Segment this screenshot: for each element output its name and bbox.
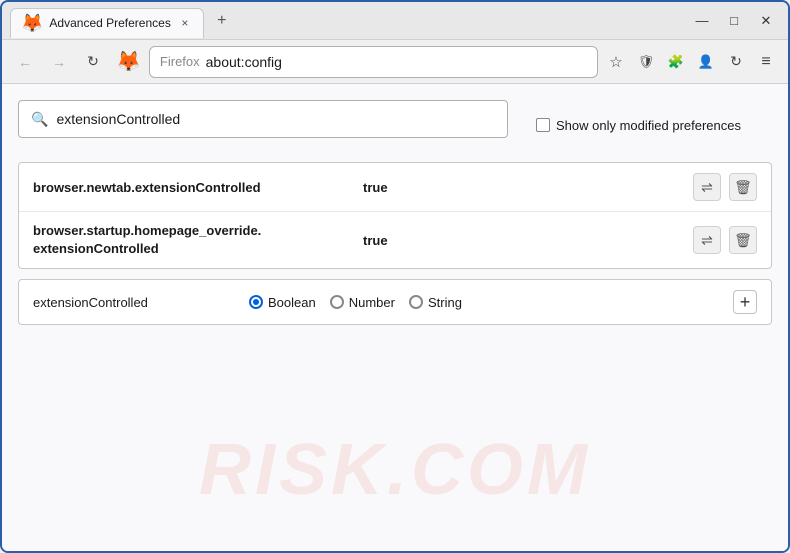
sync-icon[interactable]: ↻ <box>722 48 750 76</box>
pref-name-2: browser.startup.homepage_override. exten… <box>33 222 363 258</box>
type-number-option[interactable]: Number <box>330 295 395 310</box>
watermark-text: RISK.COM <box>199 429 591 511</box>
browser-name-label: Firefox <box>160 54 200 69</box>
back-button[interactable]: ← <box>10 47 40 77</box>
nav-icons-right: ☆ 🛡 🧩 👤 ↻ ≡ <box>602 48 780 76</box>
boolean-radio-label: Boolean <box>268 295 316 310</box>
number-radio-label: Number <box>349 295 395 310</box>
account-icon[interactable]: 👤 <box>692 48 720 76</box>
new-pref-name: extensionControlled <box>33 295 233 310</box>
table-row: browser.startup.homepage_override. exten… <box>19 212 771 268</box>
search-filter-container: 🔍 Show only modified preferences <box>18 100 772 150</box>
new-preference-row: extensionControlled Boolean Number <box>18 279 772 325</box>
navigation-bar: ← → ↻ 🦊 Firefox about:config ☆ 🛡 🧩 👤 ↻ ≡ <box>2 40 788 84</box>
bookmark-icon[interactable]: ☆ <box>602 48 630 76</box>
checkbox-box[interactable] <box>536 118 550 132</box>
pref-value-2: true <box>363 233 693 248</box>
pref-actions-1: ⇌ 🗑 <box>693 173 757 201</box>
address-bar[interactable]: Firefox about:config <box>149 46 598 78</box>
boolean-radio-circle[interactable] <box>249 295 263 309</box>
firefox-logo-icon: 🦊 <box>116 49 141 74</box>
close-button[interactable]: ✕ <box>752 7 780 35</box>
browser-window: 🦊 Advanced Preferences × + — □ ✕ ← → ↻ 🦊… <box>0 0 790 553</box>
toggle-button-2[interactable]: ⇌ <box>693 226 721 254</box>
string-radio-label: String <box>428 295 462 310</box>
search-icon: 🔍 <box>31 111 48 128</box>
pocket-icon[interactable]: 🛡 <box>632 48 660 76</box>
delete-button-1[interactable]: 🗑 <box>729 173 757 201</box>
toggle-button-1[interactable]: ⇌ <box>693 173 721 201</box>
pref-actions-2: ⇌ 🗑 <box>693 226 757 254</box>
url-display: about:config <box>206 54 282 70</box>
title-bar: 🦊 Advanced Preferences × + — □ ✕ <box>2 2 788 40</box>
content-wrapper: 🔍 Show only modified preferences browser… <box>18 100 772 325</box>
type-boolean-option[interactable]: Boolean <box>249 295 316 310</box>
search-input[interactable] <box>56 111 495 127</box>
type-string-option[interactable]: String <box>409 295 462 310</box>
number-radio-circle[interactable] <box>330 295 344 309</box>
tab-favicon: 🦊 <box>21 13 43 34</box>
delete-button-2[interactable]: 🗑 <box>729 226 757 254</box>
window-controls: — □ ✕ <box>688 7 780 35</box>
checkbox-label: Show only modified preferences <box>556 118 741 133</box>
extension-icon[interactable]: 🧩 <box>662 48 690 76</box>
type-radio-group: Boolean Number String <box>249 295 717 310</box>
search-bar[interactable]: 🔍 <box>18 100 508 138</box>
table-row: browser.newtab.extensionControlled true … <box>19 163 771 212</box>
tab-close-button[interactable]: × <box>177 15 193 31</box>
refresh-button[interactable]: ↻ <box>78 47 108 77</box>
new-tab-button[interactable]: + <box>208 7 236 35</box>
forward-button[interactable]: → <box>44 47 74 77</box>
modified-filter-checkbox[interactable]: Show only modified preferences <box>536 118 741 133</box>
add-preference-button[interactable]: + <box>733 290 757 314</box>
pref-value-1: true <box>363 180 693 195</box>
active-tab[interactable]: 🦊 Advanced Preferences × <box>10 8 204 38</box>
string-radio-circle[interactable] <box>409 295 423 309</box>
tab-title: Advanced Preferences <box>49 16 170 30</box>
maximize-button[interactable]: □ <box>720 7 748 35</box>
menu-icon[interactable]: ≡ <box>752 48 780 76</box>
pref-name-1: browser.newtab.extensionControlled <box>33 180 363 195</box>
minimize-button[interactable]: — <box>688 7 716 35</box>
page-content: RISK.COM 🔍 Show only modified preference… <box>2 84 788 551</box>
preferences-table: browser.newtab.extensionControlled true … <box>18 162 772 269</box>
filter-row: Show only modified preferences <box>536 118 741 133</box>
tab-strip: 🦊 Advanced Preferences × + <box>10 2 688 39</box>
